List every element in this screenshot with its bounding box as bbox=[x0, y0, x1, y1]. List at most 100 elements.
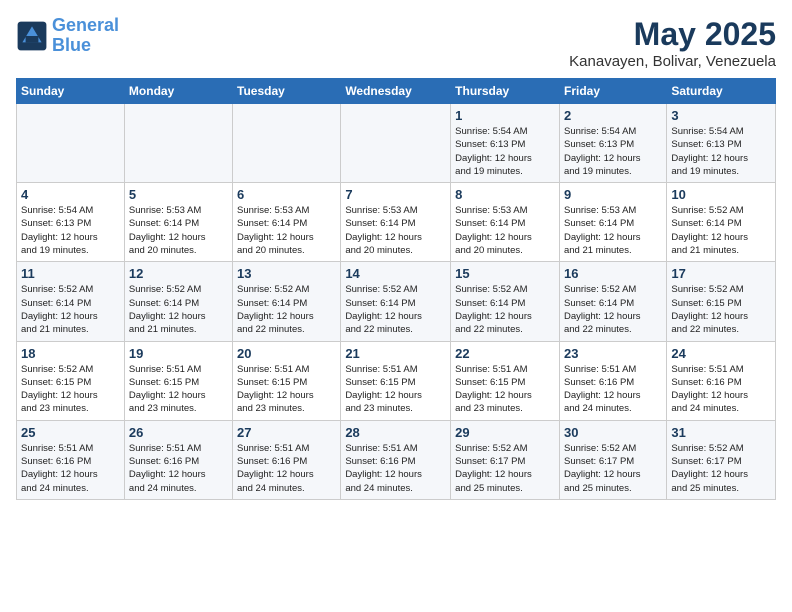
day-info: Sunrise: 5:52 AM Sunset: 6:14 PM Dayligh… bbox=[237, 283, 336, 336]
day-info: Sunrise: 5:52 AM Sunset: 6:14 PM Dayligh… bbox=[21, 283, 120, 336]
day-number: 3 bbox=[671, 108, 771, 123]
calendar-cell: 14 Sunrise: 5:52 AM Sunset: 6:14 PM Dayli… bbox=[341, 262, 451, 341]
title-area: May 2025 Kanavayen, Bolivar, Venezuela bbox=[569, 16, 776, 70]
day-info: Sunrise: 5:51 AM Sunset: 6:15 PM Dayligh… bbox=[129, 363, 228, 416]
month-title: May 2025 bbox=[569, 16, 776, 53]
day-info: Sunrise: 5:52 AM Sunset: 6:15 PM Dayligh… bbox=[671, 283, 771, 336]
day-info: Sunrise: 5:52 AM Sunset: 6:17 PM Dayligh… bbox=[564, 442, 662, 495]
day-info: Sunrise: 5:51 AM Sunset: 6:16 PM Dayligh… bbox=[129, 442, 228, 495]
day-number: 8 bbox=[455, 187, 555, 202]
calendar-cell: 20Sunrise: 5:51 AM Sunset: 6:15 PM Dayli… bbox=[233, 341, 341, 420]
day-number: 5 bbox=[129, 187, 228, 202]
calendar-cell: 19 Sunrise: 5:51 AM Sunset: 6:15 PM Dayli… bbox=[124, 341, 232, 420]
day-number: 13 bbox=[237, 266, 336, 281]
calendar-cell: 16Sunrise: 5:52 AM Sunset: 6:14 PM Dayli… bbox=[559, 262, 666, 341]
day-number: 27 bbox=[237, 425, 336, 440]
logo: General Blue bbox=[16, 16, 119, 56]
calendar-cell: 2 Sunrise: 5:54 AM Sunset: 6:13 PM Daylig… bbox=[559, 104, 666, 183]
calendar-cell: 23 Sunrise: 5:51 AM Sunset: 6:16 PM Dayli… bbox=[559, 341, 666, 420]
day-info: Sunrise: 5:51 AM Sunset: 6:16 PM Dayligh… bbox=[564, 363, 662, 416]
day-info: Sunrise: 5:52 AM Sunset: 6:14 PM Dayligh… bbox=[345, 283, 446, 336]
day-number: 25 bbox=[21, 425, 120, 440]
calendar-cell: 1 Sunrise: 5:54 AM Sunset: 6:13 PM Daylig… bbox=[451, 104, 560, 183]
day-number: 15 bbox=[455, 266, 555, 281]
day-info: Sunrise: 5:51 AM Sunset: 6:16 PM Dayligh… bbox=[21, 442, 120, 495]
calendar-cell: 4 Sunrise: 5:54 AM Sunset: 6:13 PM Daylig… bbox=[17, 183, 125, 262]
day-info: Sunrise: 5:51 AM Sunset: 6:16 PM Dayligh… bbox=[345, 442, 446, 495]
day-number: 10 bbox=[671, 187, 771, 202]
day-info: Sunrise: 5:54 AM Sunset: 6:13 PM Dayligh… bbox=[671, 125, 771, 178]
day-info: Sunrise: 5:54 AM Sunset: 6:13 PM Dayligh… bbox=[455, 125, 555, 178]
calendar-cell: 30 Sunrise: 5:52 AM Sunset: 6:17 PM Dayli… bbox=[559, 420, 666, 499]
day-info: Sunrise: 5:53 AM Sunset: 6:14 PM Dayligh… bbox=[564, 204, 662, 257]
calendar-cell bbox=[341, 104, 451, 183]
day-info: Sunrise: 5:52 AM Sunset: 6:14 PM Dayligh… bbox=[129, 283, 228, 336]
logo-text: General Blue bbox=[52, 16, 119, 56]
weekday-header-monday: Monday bbox=[124, 79, 232, 104]
weekday-header-thursday: Thursday bbox=[451, 79, 560, 104]
day-number: 20 bbox=[237, 346, 336, 361]
calendar-cell: 13 Sunrise: 5:52 AM Sunset: 6:14 PM Dayli… bbox=[233, 262, 341, 341]
day-number: 19 bbox=[129, 346, 228, 361]
day-number: 22 bbox=[455, 346, 555, 361]
day-info: Sunrise: 5:53 AM Sunset: 6:14 PM Dayligh… bbox=[237, 204, 336, 257]
calendar-cell: 12 Sunrise: 5:52 AM Sunset: 6:14 PM Dayli… bbox=[124, 262, 232, 341]
calendar-cell bbox=[17, 104, 125, 183]
day-number: 24 bbox=[671, 346, 771, 361]
day-number: 1 bbox=[455, 108, 555, 123]
day-info: Sunrise: 5:51 AM Sunset: 6:16 PM Dayligh… bbox=[671, 363, 771, 416]
day-number: 2 bbox=[564, 108, 662, 123]
calendar-cell: 26 Sunrise: 5:51 AM Sunset: 6:16 PM Dayli… bbox=[124, 420, 232, 499]
calendar-cell: 8 Sunrise: 5:53 AM Sunset: 6:14 PM Daylig… bbox=[451, 183, 560, 262]
calendar-cell: 22 Sunrise: 5:51 AM Sunset: 6:15 PM Dayli… bbox=[451, 341, 560, 420]
day-info: Sunrise: 5:51 AM Sunset: 6:15 PM Dayligh… bbox=[455, 363, 555, 416]
calendar-cell: 31Sunrise: 5:52 AM Sunset: 6:17 PM Dayli… bbox=[667, 420, 776, 499]
day-info: Sunrise: 5:52 AM Sunset: 6:15 PM Dayligh… bbox=[21, 363, 120, 416]
calendar-cell: 10 Sunrise: 5:52 AM Sunset: 6:14 PM Dayli… bbox=[667, 183, 776, 262]
day-info: Sunrise: 5:52 AM Sunset: 6:14 PM Dayligh… bbox=[564, 283, 662, 336]
calendar-cell: 28 Sunrise: 5:51 AM Sunset: 6:16 PM Dayli… bbox=[341, 420, 451, 499]
day-info: Sunrise: 5:51 AM Sunset: 6:16 PM Dayligh… bbox=[237, 442, 336, 495]
day-info: Sunrise: 5:51 AM Sunset: 6:15 PM Dayligh… bbox=[345, 363, 446, 416]
calendar-cell: 17 Sunrise: 5:52 AM Sunset: 6:15 PM Dayli… bbox=[667, 262, 776, 341]
calendar-cell: 6 Sunrise: 5:53 AM Sunset: 6:14 PM Daylig… bbox=[233, 183, 341, 262]
day-info: Sunrise: 5:52 AM Sunset: 6:17 PM Dayligh… bbox=[455, 442, 555, 495]
day-number: 28 bbox=[345, 425, 446, 440]
day-number: 9 bbox=[564, 187, 662, 202]
weekday-header-saturday: Saturday bbox=[667, 79, 776, 104]
day-number: 26 bbox=[129, 425, 228, 440]
day-number: 30 bbox=[564, 425, 662, 440]
day-number: 12 bbox=[129, 266, 228, 281]
location: Kanavayen, Bolivar, Venezuela bbox=[569, 53, 776, 70]
calendar-week-row: 11 Sunrise: 5:52 AM Sunset: 6:14 PM Dayli… bbox=[17, 262, 776, 341]
calendar-cell: 7Sunrise: 5:53 AM Sunset: 6:14 PM Daylig… bbox=[341, 183, 451, 262]
day-number: 11 bbox=[21, 266, 120, 281]
day-number: 17 bbox=[671, 266, 771, 281]
day-info: Sunrise: 5:54 AM Sunset: 6:13 PM Dayligh… bbox=[21, 204, 120, 257]
day-info: Sunrise: 5:53 AM Sunset: 6:14 PM Dayligh… bbox=[455, 204, 555, 257]
calendar-table: SundayMondayTuesdayWednesdayThursdayFrid… bbox=[16, 78, 776, 500]
day-info: Sunrise: 5:52 AM Sunset: 6:14 PM Dayligh… bbox=[455, 283, 555, 336]
day-info: Sunrise: 5:52 AM Sunset: 6:14 PM Dayligh… bbox=[671, 204, 771, 257]
weekday-header-row: SundayMondayTuesdayWednesdayThursdayFrid… bbox=[17, 79, 776, 104]
day-number: 7 bbox=[345, 187, 446, 202]
day-number: 18 bbox=[21, 346, 120, 361]
calendar-cell: 27 Sunrise: 5:51 AM Sunset: 6:16 PM Dayli… bbox=[233, 420, 341, 499]
day-number: 23 bbox=[564, 346, 662, 361]
day-number: 14 bbox=[345, 266, 446, 281]
page-header: General Blue May 2025 Kanavayen, Bolivar… bbox=[16, 16, 776, 70]
calendar-week-row: 18 Sunrise: 5:52 AM Sunset: 6:15 PM Dayli… bbox=[17, 341, 776, 420]
calendar-cell: 24 Sunrise: 5:51 AM Sunset: 6:16 PM Dayli… bbox=[667, 341, 776, 420]
calendar-cell: 11 Sunrise: 5:52 AM Sunset: 6:14 PM Dayli… bbox=[17, 262, 125, 341]
day-number: 6 bbox=[237, 187, 336, 202]
weekday-header-friday: Friday bbox=[559, 79, 666, 104]
day-number: 4 bbox=[21, 187, 120, 202]
calendar-cell: 5 Sunrise: 5:53 AM Sunset: 6:14 PM Daylig… bbox=[124, 183, 232, 262]
day-info: Sunrise: 5:53 AM Sunset: 6:14 PM Dayligh… bbox=[129, 204, 228, 257]
day-number: 31 bbox=[671, 425, 771, 440]
weekday-header-tuesday: Tuesday bbox=[233, 79, 341, 104]
day-number: 21 bbox=[345, 346, 446, 361]
calendar-week-row: 4 Sunrise: 5:54 AM Sunset: 6:13 PM Daylig… bbox=[17, 183, 776, 262]
day-info: Sunrise: 5:54 AM Sunset: 6:13 PM Dayligh… bbox=[564, 125, 662, 178]
day-number: 29 bbox=[455, 425, 555, 440]
